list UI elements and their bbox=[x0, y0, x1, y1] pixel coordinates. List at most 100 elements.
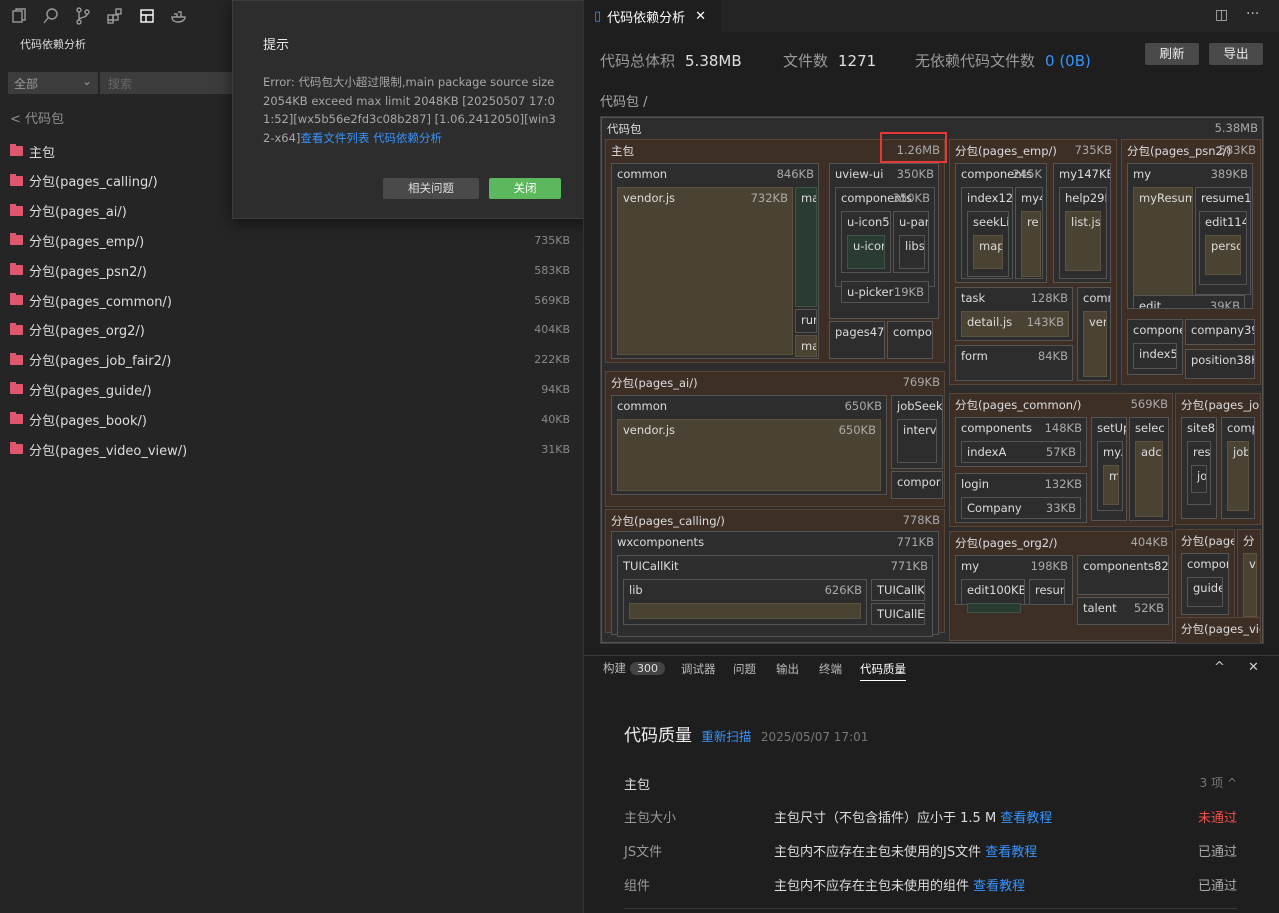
treemap-node[interactable]: compo bbox=[887, 321, 933, 359]
treemap-node[interactable]: pages47K bbox=[829, 321, 885, 359]
export-button[interactable]: 导出 bbox=[1209, 43, 1263, 65]
more-icon[interactable]: ··· bbox=[1246, 6, 1259, 22]
treemap-node[interactable]: re bbox=[1021, 211, 1041, 277]
treemap-node[interactable]: vendor.js 732KB bbox=[617, 187, 793, 355]
split-editor-icon[interactable]: ◫ bbox=[1215, 7, 1228, 23]
treemap-node[interactable]: indexA 57KB bbox=[961, 441, 1081, 463]
node-label: 分包(page bbox=[1181, 534, 1235, 548]
node-label: interv bbox=[903, 423, 937, 437]
treemap-node[interactable]: list.js1 bbox=[1065, 211, 1101, 271]
treemap-node[interactable]: jo bbox=[1191, 465, 1207, 493]
activity-bar bbox=[0, 0, 200, 32]
tab-build[interactable]: 构建 300 bbox=[603, 660, 665, 676]
treemap-node[interactable]: u-icor bbox=[847, 235, 885, 269]
tab-dependency-analysis[interactable]: ▯ 代码依赖分析 ✕ bbox=[584, 0, 721, 32]
treemap-node[interactable]: guide bbox=[1187, 577, 1223, 607]
treemap-node[interactable]: myResum bbox=[1133, 187, 1193, 303]
breadcrumb[interactable]: 代码包 / bbox=[600, 91, 648, 110]
package-item[interactable]: 分包(pages_org2/) 404KB bbox=[10, 318, 570, 342]
node-label: libs bbox=[905, 239, 925, 253]
build-count-badge: 300 bbox=[630, 662, 665, 675]
package-item[interactable]: 分包(pages_book/) 40KB bbox=[10, 407, 570, 431]
treemap-node[interactable]: position38K bbox=[1185, 349, 1255, 379]
treemap-node[interactable]: adc bbox=[1135, 441, 1163, 517]
node-label: rese bbox=[1193, 445, 1211, 459]
tab-output[interactable]: 输出 bbox=[776, 661, 799, 677]
search-input[interactable]: 搜索 bbox=[100, 72, 232, 94]
tutorial-link[interactable]: 查看教程 bbox=[973, 879, 1025, 894]
treemap-node[interactable]: v bbox=[1243, 553, 1257, 617]
treemap-node[interactable] bbox=[629, 603, 861, 619]
no-dependency-value[interactable]: 0 (0B) bbox=[1045, 52, 1091, 70]
node-label: TUICallKit bbox=[623, 559, 679, 573]
treemap-node[interactable]: TUICallK bbox=[871, 579, 925, 601]
treemap-node[interactable]: interv bbox=[897, 419, 937, 463]
treemap-node[interactable]: edit 39KB bbox=[1133, 295, 1245, 309]
explorer-icon[interactable] bbox=[6, 3, 32, 29]
close-panel-icon[interactable]: ✕ bbox=[1248, 660, 1259, 675]
close-icon[interactable]: ✕ bbox=[695, 9, 706, 24]
treemap-node[interactable]: form 84KB bbox=[955, 345, 1073, 381]
treemap-node[interactable]: talent 52KB bbox=[1077, 597, 1169, 625]
treemap-node[interactable]: runt bbox=[795, 309, 817, 333]
extensions-icon[interactable] bbox=[102, 3, 128, 29]
treemap-node[interactable]: map bbox=[973, 235, 1003, 269]
treemap-node[interactable]: libs bbox=[899, 235, 925, 269]
treemap-node[interactable]: mai bbox=[795, 335, 817, 357]
search-icon[interactable] bbox=[38, 3, 64, 29]
treemap-node[interactable]: vendor.js 650KB bbox=[617, 419, 881, 491]
package-item[interactable]: 分包(pages_psn2/) 583KB bbox=[10, 258, 570, 282]
refresh-button[interactable]: 刷新 bbox=[1145, 43, 1199, 65]
back-link[interactable]: < 代码包 bbox=[10, 108, 64, 127]
node-label: company39 bbox=[1191, 323, 1255, 337]
tab-terminal[interactable]: 终端 bbox=[819, 661, 842, 677]
treemap-node[interactable]: ver bbox=[1083, 311, 1107, 377]
node-label: ver bbox=[1089, 315, 1107, 329]
tab-debugger[interactable]: 调试器 bbox=[681, 661, 716, 677]
total-size-label: 代码总体积 bbox=[600, 52, 676, 70]
treemap-node[interactable]: components82K bbox=[1077, 555, 1169, 595]
node-size: 57KB bbox=[1045, 445, 1076, 459]
treemap-node[interactable]: TUICallE bbox=[871, 603, 925, 625]
maximize-panel-icon[interactable]: ^ bbox=[1214, 660, 1225, 675]
treemap-node[interactable]: mai bbox=[795, 187, 817, 307]
view-file-list-link[interactable]: 查看文件列表 bbox=[300, 131, 369, 145]
treemap-node[interactable]: compor bbox=[891, 471, 943, 499]
treemap-node[interactable]: job bbox=[1227, 441, 1249, 511]
treemap-node[interactable]: 分包(pages_vid bbox=[1175, 617, 1261, 643]
treemap-node[interactable]: u-picker 19KB bbox=[841, 281, 929, 303]
treemap-node[interactable]: Company 33KB bbox=[961, 497, 1081, 519]
package-item[interactable]: 分包(pages_emp/) 735KB bbox=[10, 228, 570, 252]
quality-section-header[interactable]: 主包 3 项 ^ bbox=[624, 774, 1237, 793]
node-label: 分包(pages_job bbox=[1181, 398, 1261, 412]
tutorial-link[interactable]: 查看教程 bbox=[985, 845, 1037, 860]
rescan-link[interactable]: 重新扫描 bbox=[701, 729, 751, 744]
package-item[interactable]: 分包(pages_common/) 569KB bbox=[10, 288, 570, 312]
dependency-analysis-link[interactable]: 代码依赖分析 bbox=[373, 131, 442, 145]
node-label: common bbox=[617, 399, 668, 413]
close-button[interactable]: 关闭 bbox=[489, 178, 561, 199]
package-item[interactable]: 分包(pages_video_view/) 31KB bbox=[10, 437, 570, 461]
treemap-node[interactable]: detail.js 143KB bbox=[961, 311, 1069, 337]
tutorial-link[interactable]: 查看教程 bbox=[1000, 811, 1052, 826]
treemap-node[interactable]: company39 bbox=[1185, 319, 1255, 345]
treemap-node[interactable]: perso bbox=[1205, 235, 1241, 275]
tab-problems[interactable]: 问题 bbox=[733, 661, 756, 677]
package-item[interactable]: 分包(pages_guide/) 94KB bbox=[10, 377, 570, 401]
related-issues-button[interactable]: 相关问题 bbox=[383, 178, 479, 199]
treemap-node[interactable]: resum bbox=[1029, 579, 1065, 605]
code-analysis-icon[interactable] bbox=[134, 3, 160, 29]
source-control-icon[interactable] bbox=[70, 3, 96, 29]
node-size: 846KB bbox=[776, 167, 814, 181]
package-item[interactable]: 分包(pages_job_fair2/) 222KB bbox=[10, 348, 570, 372]
treemap-node[interactable]: index59 bbox=[1133, 343, 1177, 369]
treemap-node[interactable]: edit100KB bbox=[961, 579, 1025, 605]
scan-time: 2025/05/07 17:01 bbox=[760, 730, 869, 744]
node-size: 33KB bbox=[1045, 501, 1076, 515]
treemap-node[interactable] bbox=[967, 603, 1021, 613]
treemap-node[interactable]: m bbox=[1103, 465, 1119, 505]
docker-icon[interactable] bbox=[166, 3, 192, 29]
tab-code-quality[interactable]: 代码质量 bbox=[860, 661, 906, 681]
filter-dropdown[interactable]: 全部 ⌄ bbox=[8, 72, 98, 94]
node-label: wxcomponents bbox=[617, 535, 705, 549]
